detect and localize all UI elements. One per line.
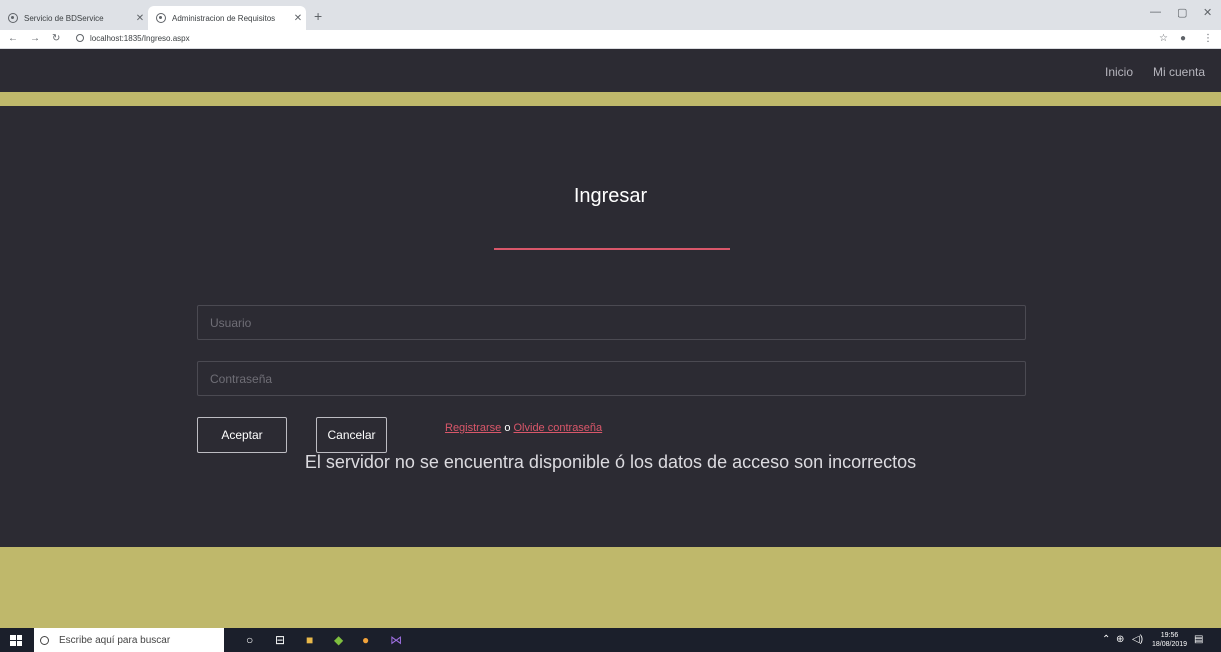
taskbar-search-placeholder: Escribe aquí para buscar — [59, 634, 171, 646]
clock-date: 18/08/2019 — [1152, 641, 1188, 648]
back-icon[interactable]: ← — [8, 33, 18, 44]
close-icon[interactable]: ✕ — [132, 13, 148, 24]
info-icon[interactable] — [76, 34, 84, 42]
minimize-icon[interactable]: — — [1150, 6, 1161, 18]
username-input[interactable] — [197, 305, 1026, 340]
visual-studio-icon[interactable]: ⋈ — [390, 633, 402, 647]
reload-icon[interactable]: ↻ — [52, 33, 60, 44]
forward-icon[interactable]: → — [30, 33, 40, 44]
password-input[interactable] — [197, 361, 1026, 396]
tab-requisitos[interactable]: Administracion de Requisitos ✕ — [148, 6, 306, 30]
link-separator: o — [504, 422, 511, 434]
bookmark-star-icon[interactable]: ☆ — [1159, 33, 1168, 44]
taskbar-clock[interactable]: 19:56 18/08/2019 — [1152, 631, 1187, 649]
menu-icon[interactable]: ⋮ — [1203, 33, 1213, 44]
url-text: localhost:1835/Ingreso.aspx — [90, 34, 190, 43]
tab-title: Administracion de Requisitos — [172, 13, 276, 23]
chrome-icon[interactable]: ● — [362, 633, 369, 647]
close-icon[interactable]: ✕ — [290, 13, 306, 24]
page-footer — [0, 547, 1221, 628]
volume-icon[interactable]: ◁) — [1132, 634, 1143, 645]
browser-tab-bar: Servicio de BDService ✕ Administracion d… — [0, 0, 1221, 30]
windows-taskbar: Escribe aquí para buscar ○ ⊟ ■ ◆ ● ⋈ ⌃ ⊕… — [0, 628, 1221, 652]
new-tab-button[interactable]: + — [314, 8, 322, 24]
notifications-icon[interactable]: ▤ — [1194, 634, 1203, 645]
header-accent-strip — [0, 92, 1221, 106]
nav-link-inicio[interactable]: Inicio — [1105, 65, 1133, 79]
address-bar: ← → ↻ localhost:1835/Ingreso.aspx ☆ ● ⋮ — [0, 30, 1221, 49]
task-view-icon[interactable]: ⊟ — [275, 633, 285, 647]
cortana-icon[interactable]: ○ — [246, 633, 253, 647]
window-close-icon[interactable]: ✕ — [1203, 6, 1212, 19]
clock-time: 19:56 — [1160, 632, 1179, 639]
tab-title: Servicio de BDService — [24, 13, 104, 23]
globe-icon — [8, 13, 18, 23]
error-message: El servidor no se encuentra disponible ó… — [304, 452, 917, 472]
account-links: Registrarse o Olvide contraseña — [445, 422, 602, 434]
register-link[interactable]: Registrarse — [445, 422, 501, 434]
cancel-button[interactable]: Cancelar — [316, 417, 387, 453]
site-navbar: Inicio Mi cuenta — [0, 50, 1221, 92]
page-title: Ingresar — [573, 185, 648, 207]
app-icon[interactable]: ◆ — [334, 633, 343, 647]
search-icon — [40, 635, 49, 645]
title-underline — [494, 248, 730, 250]
taskbar-search[interactable]: Escribe aquí para buscar — [34, 628, 224, 652]
tray-chevron-icon[interactable]: ⌃ — [1102, 634, 1110, 645]
windows-start-icon[interactable] — [10, 635, 22, 646]
globe-icon — [156, 13, 166, 23]
url-field[interactable]: localhost:1835/Ingreso.aspx — [76, 34, 190, 43]
network-icon[interactable]: ⊕ — [1116, 634, 1124, 645]
profile-icon[interactable]: ● — [1180, 33, 1186, 44]
file-explorer-icon[interactable]: ■ — [306, 633, 313, 647]
tab-bdservice[interactable]: Servicio de BDService ✕ — [0, 6, 148, 30]
forgot-password-link[interactable]: Olvide contraseña — [514, 422, 603, 434]
maximize-icon[interactable]: ▢ — [1177, 6, 1187, 19]
nav-link-mi-cuenta[interactable]: Mi cuenta — [1153, 65, 1205, 79]
accept-button[interactable]: Aceptar — [197, 417, 287, 453]
